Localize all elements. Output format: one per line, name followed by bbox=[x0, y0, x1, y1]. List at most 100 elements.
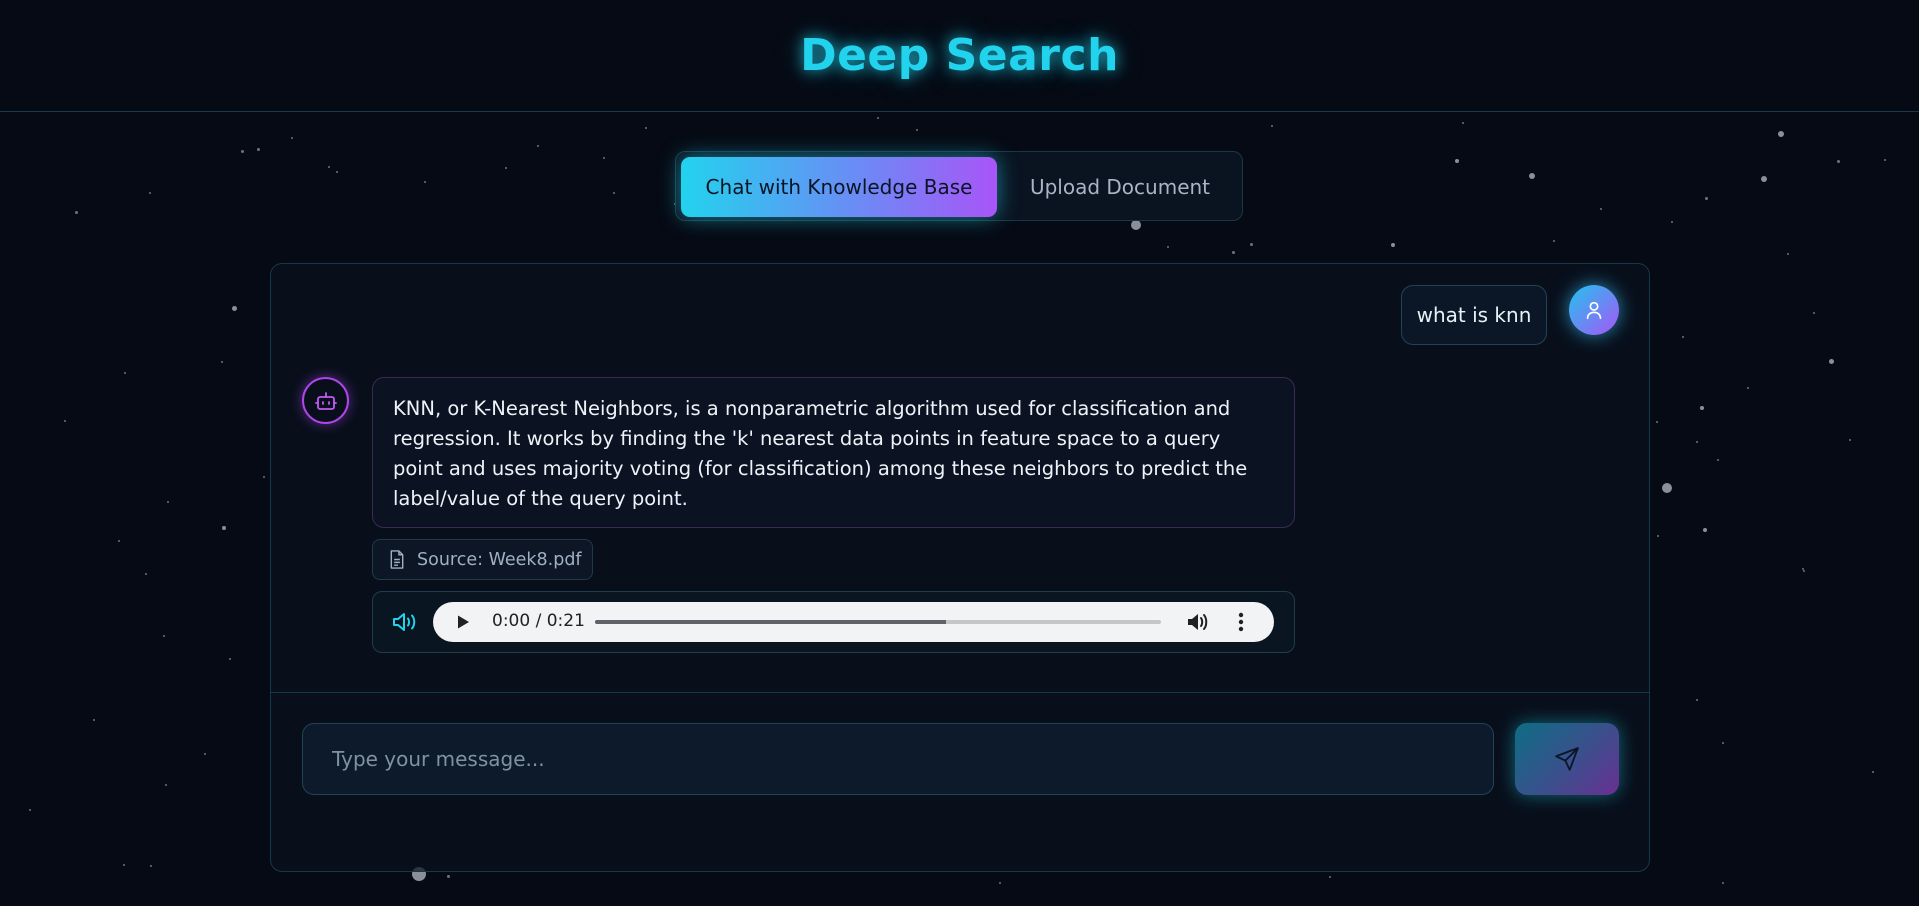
star bbox=[1271, 125, 1273, 127]
star bbox=[916, 129, 918, 131]
star bbox=[1682, 336, 1684, 338]
star bbox=[145, 573, 147, 575]
star bbox=[613, 192, 615, 194]
composer-divider bbox=[271, 692, 1649, 693]
star bbox=[1231, 250, 1235, 254]
star bbox=[1787, 253, 1789, 255]
star bbox=[1700, 406, 1704, 410]
star bbox=[1671, 221, 1673, 223]
star bbox=[64, 420, 66, 422]
chat-panel: what is knn KNN, or K-Nearest Neighbors,… bbox=[270, 263, 1650, 872]
star bbox=[123, 864, 125, 866]
assistant-message-bubble: KNN, or K-Nearest Neighbors, is a nonpar… bbox=[372, 377, 1295, 528]
audio-response: 0:00 / 0:21 bbox=[372, 591, 1295, 653]
tab-upload-document[interactable]: Upload Document bbox=[1002, 157, 1238, 217]
star bbox=[1778, 131, 1784, 137]
star bbox=[149, 192, 151, 194]
star bbox=[231, 305, 237, 311]
star bbox=[1696, 699, 1698, 701]
star bbox=[291, 137, 293, 139]
audio-player[interactable]: 0:00 / 0:21 bbox=[433, 602, 1274, 642]
speaker-icon[interactable] bbox=[391, 610, 419, 634]
star bbox=[222, 526, 226, 530]
mode-tabs: Chat with Knowledge Base Upload Document bbox=[675, 151, 1243, 221]
star bbox=[645, 127, 647, 129]
star bbox=[1249, 242, 1253, 246]
star bbox=[1600, 208, 1602, 210]
bot-icon bbox=[314, 391, 337, 410]
star bbox=[204, 753, 206, 755]
star bbox=[1553, 240, 1555, 242]
source-label: Source: Week8.pdf bbox=[417, 549, 582, 570]
star bbox=[1836, 159, 1840, 163]
star bbox=[1802, 568, 1804, 570]
star bbox=[537, 145, 539, 147]
star bbox=[446, 874, 450, 878]
star bbox=[1747, 387, 1749, 389]
audio-progress-fill bbox=[595, 620, 946, 624]
star bbox=[1722, 882, 1724, 884]
star bbox=[1722, 742, 1724, 744]
star bbox=[1884, 159, 1886, 161]
send-button[interactable] bbox=[1515, 723, 1619, 795]
star bbox=[1717, 459, 1719, 461]
star bbox=[1462, 122, 1464, 124]
star bbox=[505, 167, 507, 169]
star bbox=[93, 719, 95, 721]
star bbox=[167, 501, 169, 503]
star bbox=[229, 658, 231, 660]
audio-progress-track[interactable] bbox=[595, 620, 1161, 624]
star bbox=[877, 117, 879, 119]
user-message-bubble: what is knn bbox=[1401, 285, 1547, 345]
star bbox=[1703, 528, 1707, 532]
star bbox=[163, 635, 165, 637]
star bbox=[1696, 441, 1698, 443]
send-icon bbox=[1555, 747, 1579, 771]
star bbox=[118, 540, 120, 542]
star bbox=[124, 372, 126, 374]
star bbox=[1813, 312, 1815, 314]
star bbox=[336, 171, 338, 173]
star bbox=[263, 476, 265, 478]
star bbox=[1828, 358, 1834, 364]
user-icon bbox=[1586, 301, 1602, 320]
star bbox=[999, 882, 1001, 884]
star bbox=[1662, 483, 1672, 493]
document-icon bbox=[390, 550, 404, 569]
star bbox=[1329, 876, 1331, 878]
source-chip[interactable]: Source: Week8.pdf bbox=[372, 539, 593, 580]
star bbox=[74, 210, 78, 214]
star bbox=[1849, 439, 1851, 441]
star bbox=[1657, 535, 1659, 537]
star bbox=[1761, 176, 1767, 182]
star bbox=[603, 157, 605, 159]
star bbox=[424, 181, 426, 183]
tab-chat-knowledge-base[interactable]: Chat with Knowledge Base bbox=[681, 157, 997, 217]
star bbox=[1455, 159, 1459, 163]
volume-icon[interactable] bbox=[1187, 612, 1209, 632]
play-icon[interactable] bbox=[455, 614, 471, 630]
star bbox=[1872, 771, 1874, 773]
star bbox=[1529, 173, 1535, 179]
star bbox=[221, 361, 223, 363]
star bbox=[1704, 196, 1708, 200]
star bbox=[256, 147, 260, 151]
star bbox=[1167, 246, 1169, 248]
star bbox=[240, 149, 244, 153]
star bbox=[1803, 570, 1805, 572]
star bbox=[1131, 220, 1141, 230]
message-input[interactable] bbox=[302, 723, 1494, 795]
assistant-message-text: KNN, or K-Nearest Neighbors, is a nonpar… bbox=[393, 397, 1248, 510]
star bbox=[1656, 421, 1658, 423]
bot-avatar bbox=[302, 377, 349, 424]
user-avatar bbox=[1569, 285, 1619, 335]
user-message-text: what is knn bbox=[1416, 303, 1532, 327]
star bbox=[165, 784, 167, 786]
star bbox=[29, 809, 31, 811]
top-bar: Deep Search bbox=[0, 0, 1919, 112]
app-title: Deep Search bbox=[800, 30, 1119, 81]
more-vertical-icon[interactable] bbox=[1238, 612, 1244, 632]
audio-time: 0:00 / 0:21 bbox=[492, 611, 585, 631]
star bbox=[1391, 243, 1395, 247]
star bbox=[328, 166, 330, 168]
